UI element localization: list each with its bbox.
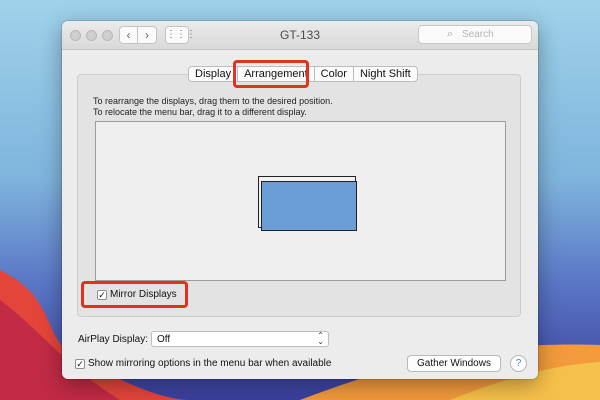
show-mirroring-label: Show mirroring options in the menu bar w… (88, 358, 332, 369)
tab-night-shift[interactable]: Night Shift (352, 66, 418, 82)
title-bar: ‹ › ⋮⋮⋮ GT-133 ⌕ Search (62, 21, 538, 50)
arrangement-tab-highlight (233, 60, 309, 88)
show-mirroring-option[interactable]: ✓ Show mirroring options in the menu bar … (75, 358, 331, 369)
arrangement-instructions: To rearrange the displays, drag them to … (93, 96, 333, 118)
instruction-line-1: To rearrange the displays, drag them to … (93, 96, 333, 106)
tab-color[interactable]: Color (313, 66, 354, 82)
tab-display[interactable]: Display (188, 66, 239, 82)
search-placeholder: Search (462, 29, 494, 40)
gather-windows-button[interactable]: Gather Windows (407, 355, 501, 372)
display-preferences-window: ‹ › ⋮⋮⋮ GT-133 ⌕ Search Display Arrangem… (62, 21, 538, 379)
show-mirroring-checkbox[interactable]: ✓ (75, 358, 85, 369)
mirror-displays-highlight (81, 281, 188, 308)
instruction-line-2: To relocate the menu bar, drag it to a d… (93, 107, 307, 117)
help-button[interactable]: ? (510, 355, 527, 372)
airplay-display-popup[interactable]: Off ⌃ ⌄ (151, 331, 329, 347)
airplay-display-label: AirPlay Display: (78, 334, 149, 345)
main-display[interactable] (261, 181, 357, 231)
search-icon: ⌕ (447, 28, 454, 40)
search-field[interactable]: ⌕ Search (418, 25, 532, 44)
airplay-display-value: Off (157, 334, 171, 345)
popup-arrows-icon: ⌃ ⌄ (317, 331, 324, 346)
